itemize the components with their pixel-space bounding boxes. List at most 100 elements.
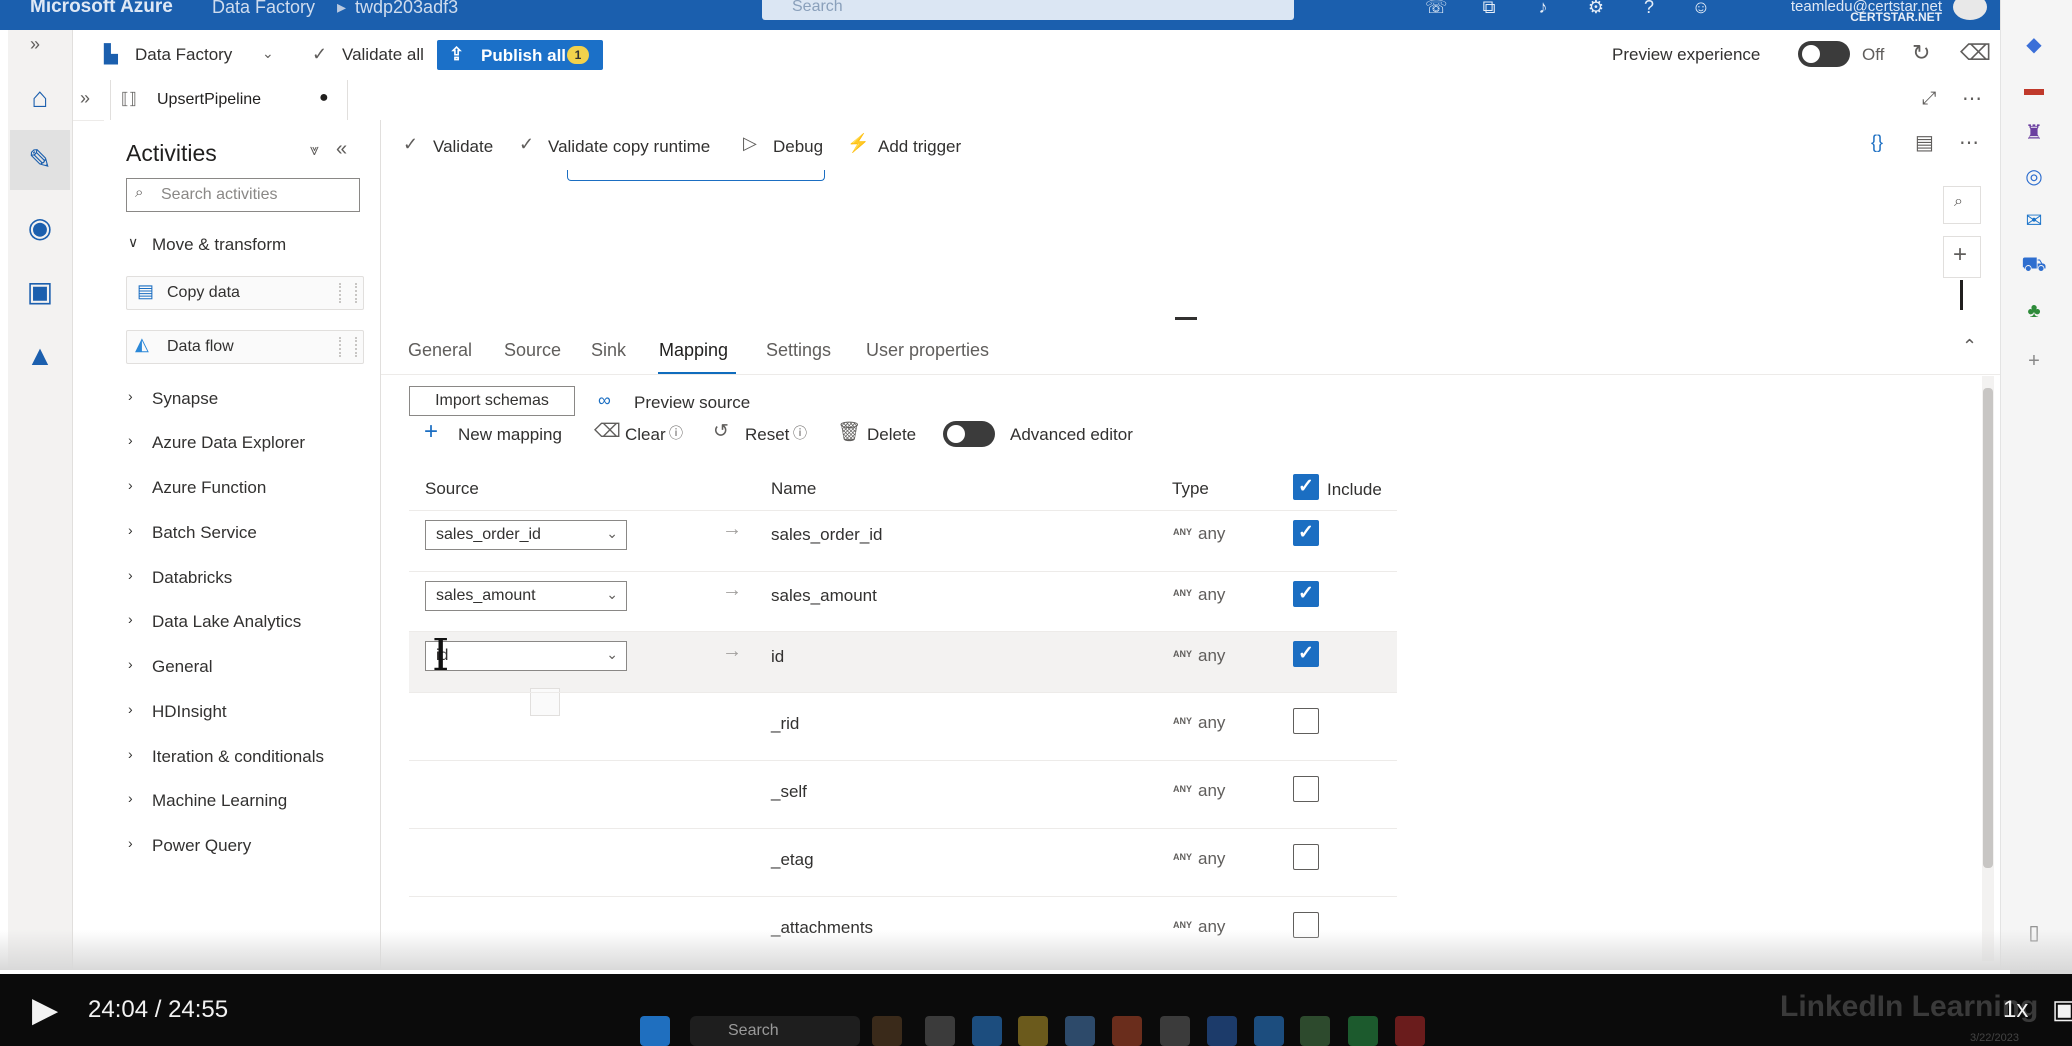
advanced-editor-toggle[interactable] [943,421,995,447]
windows-start-icon[interactable] [640,1016,670,1046]
chevron-right-icon[interactable]: › [128,432,133,448]
notifications-icon[interactable]: ♪ [1532,0,1554,16]
directory-icon[interactable]: ⧉ [1478,0,1500,16]
vscode-icon[interactable] [1254,1016,1284,1046]
chevron-down-icon[interactable]: ∨ [128,234,138,251]
app-icon[interactable] [1065,1016,1095,1046]
include-all-checkbox[interactable] [1293,474,1319,500]
play-icon[interactable]: ▶ [32,990,58,1030]
validate-button[interactable]: Validate [433,137,493,157]
tab-sink[interactable]: Sink [591,340,626,361]
drag-handle-icon[interactable] [339,337,357,357]
expand-panel-icon[interactable]: » [80,88,90,109]
pipeline-tab[interactable]: ⟦⟧ UpsertPipeline ● [110,80,348,120]
code-icon[interactable]: {} [1871,132,1883,153]
pipeline-canvas[interactable]: ✓ Validate ✓ Validate copy runtime ▷ Deb… [381,120,2000,321]
preview-experience-toggle[interactable] [1798,41,1850,67]
shopping-icon[interactable]: ⛟ [2021,252,2047,278]
collapse-all-icon[interactable]: ⩔ [310,142,319,160]
activity-data-flow[interactable]: ◭ Data flow [126,330,364,364]
publish-all-button[interactable]: ⇪ Publish all 1 [437,40,603,70]
widgets-icon[interactable] [872,1016,902,1046]
include-checkbox[interactable] [1293,776,1319,802]
azure-brand[interactable]: Microsoft Azure [30,0,173,16]
file-explorer-icon[interactable] [1018,1016,1048,1046]
category-item[interactable]: Machine Learning [152,791,287,811]
category-item[interactable]: Synapse [152,389,218,409]
factory-selector[interactable]: Data Factory [135,45,232,65]
video-progress-bar[interactable] [0,970,2072,974]
search-activities-input[interactable]: ⌕ Search activities [126,178,360,212]
breadcrumb-data-factory[interactable]: Data Factory [212,0,315,16]
tab-user-properties[interactable]: User properties [866,340,989,361]
include-checkbox[interactable] [1293,520,1319,546]
toolbox-icon[interactable]: ▬ [2021,76,2047,102]
category-item[interactable]: General [152,657,212,677]
chevron-right-icon[interactable]: › [128,522,133,538]
learning-center-icon[interactable]: ▲ [20,336,60,376]
delete-button[interactable]: Delete [867,425,916,445]
chevron-right-icon[interactable]: › [128,656,133,672]
source-column-dropdown[interactable]: sales_amount ⌄ [425,581,627,611]
activity-copy-data[interactable]: ▤ Copy data [126,276,364,310]
feedback-icon[interactable]: ☏ [1425,0,1448,16]
validate-copy-runtime-button[interactable]: Validate copy runtime [548,137,710,157]
help-icon[interactable]: ? [1638,0,1660,16]
reset-button[interactable]: Reset [745,425,789,445]
category-item[interactable]: Iteration & conditionals [152,747,324,767]
tab-settings[interactable]: Settings [766,340,831,361]
add-sidebar-icon[interactable]: + [2021,348,2047,374]
home-icon[interactable]: ⌂ [20,78,60,118]
info-icon[interactable]: ⓘ [793,423,807,443]
chevron-right-icon[interactable]: › [128,746,133,762]
taskbar-search-input[interactable]: Search [690,1016,860,1046]
chess-icon[interactable]: ♜ [2021,120,2047,146]
chevron-right-icon[interactable]: › [128,567,133,583]
drag-handle-icon[interactable] [339,283,357,303]
recorder-icon[interactable] [1395,1016,1425,1046]
debug-button[interactable]: Debug [773,137,823,157]
chevron-right-icon[interactable]: › [128,701,133,717]
category-item[interactable]: Batch Service [152,523,257,543]
chrome-icon[interactable] [925,1016,955,1046]
chevron-right-icon[interactable]: › [128,835,133,851]
new-mapping-button[interactable]: New mapping [458,425,562,445]
settings-icon[interactable]: ⚙ [1585,0,1607,16]
zoom-slider[interactable] [1960,280,1963,310]
category-item[interactable]: Azure Data Explorer [152,433,305,453]
office-icon[interactable]: ◎ [2021,164,2047,190]
playback-speed-button[interactable]: 1x [2003,996,2028,1024]
category-item[interactable]: Azure Function [152,478,266,498]
source-column-dropdown[interactable]: id ⌄ [425,641,627,671]
properties-icon[interactable]: ▤ [1915,130,1934,155]
chrome-alt-icon[interactable] [1160,1016,1190,1046]
breadcrumb-factory-name[interactable]: twdp203adf3 [355,0,458,16]
maximize-icon[interactable]: ⤢ [1922,88,1936,109]
tree-icon[interactable]: ♣ [2021,298,2047,324]
tab-general[interactable]: General [408,340,472,361]
tab-mapping[interactable]: Mapping [659,340,728,361]
global-search-input[interactable]: Search [762,0,1294,20]
camtasia-icon[interactable] [1348,1016,1378,1046]
account-icon[interactable]: ☺ [1690,0,1712,16]
refresh-icon[interactable]: ↻ [1912,40,1930,66]
include-checkbox[interactable] [1293,581,1319,607]
category-item[interactable]: Power Query [152,836,251,856]
collapse-panel-chevron-icon[interactable]: ⌃ [1962,336,1977,357]
add-trigger-button[interactable]: Add trigger [878,137,961,157]
include-checkbox[interactable] [1293,844,1319,870]
copy-activity-node[interactable] [567,170,825,181]
chevron-down-icon[interactable]: ⌄ [262,45,274,62]
firefox-icon[interactable] [1112,1016,1142,1046]
expand-rail-icon[interactable]: » [30,34,40,55]
more-options-icon[interactable]: ⋯ [1959,130,1979,155]
info-icon[interactable]: ⓘ [669,423,683,443]
vertical-scrollbar[interactable] [1982,376,1994,961]
chevron-right-icon[interactable]: › [128,388,133,404]
preview-source-button[interactable]: Preview source [634,393,750,413]
manage-toolbox-icon[interactable]: ▣ [20,272,60,312]
picture-in-picture-icon[interactable]: ▣ [2052,994,2072,1025]
collapse-panel-icon[interactable]: « [336,138,347,161]
app-green-icon[interactable] [1300,1016,1330,1046]
word-icon[interactable] [1207,1016,1237,1046]
